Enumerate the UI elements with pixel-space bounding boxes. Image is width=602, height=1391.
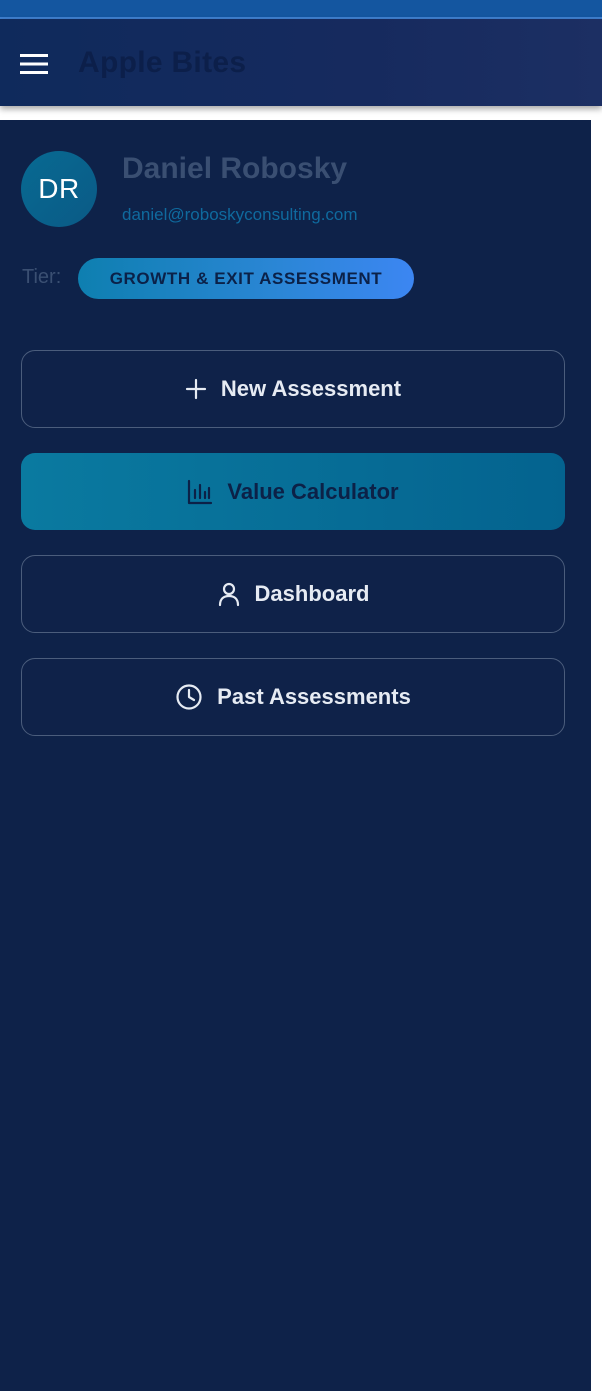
app-title: Apple Bites [78,46,247,79]
past-assessments-button[interactable]: Past Assessments [21,658,565,736]
hamburger-menu-icon [20,54,48,74]
past-assessments-label: Past Assessments [217,684,411,709]
new-assessment-button[interactable]: New Assessment [21,350,565,428]
top-status-strip [0,0,602,19]
dashboard-label: Dashboard [254,581,370,606]
navigation-drawer: DR Daniel Robosky daniel@roboskyconsulti… [0,120,591,1391]
user-icon [217,581,241,607]
dashboard-button[interactable]: Dashboard [21,555,565,633]
avatar: DR [21,151,97,227]
app-bar: Apple Bites [0,19,602,106]
bar-chart-icon [187,479,213,505]
value-calculator-label: Value Calculator [227,478,399,504]
tier-label: Tier: [22,266,62,288]
user-name: Daniel Robosky [122,152,348,185]
plus-icon [185,378,207,400]
tier-badge: GROWTH & EXIT ASSESSMENT [78,258,414,299]
user-email: daniel@roboskyconsulting.com [122,205,358,224]
clock-icon [175,683,203,711]
value-calculator-button[interactable]: Value Calculator [21,453,565,530]
new-assessment-label: New Assessment [220,376,402,401]
menu-button[interactable] [12,42,56,86]
